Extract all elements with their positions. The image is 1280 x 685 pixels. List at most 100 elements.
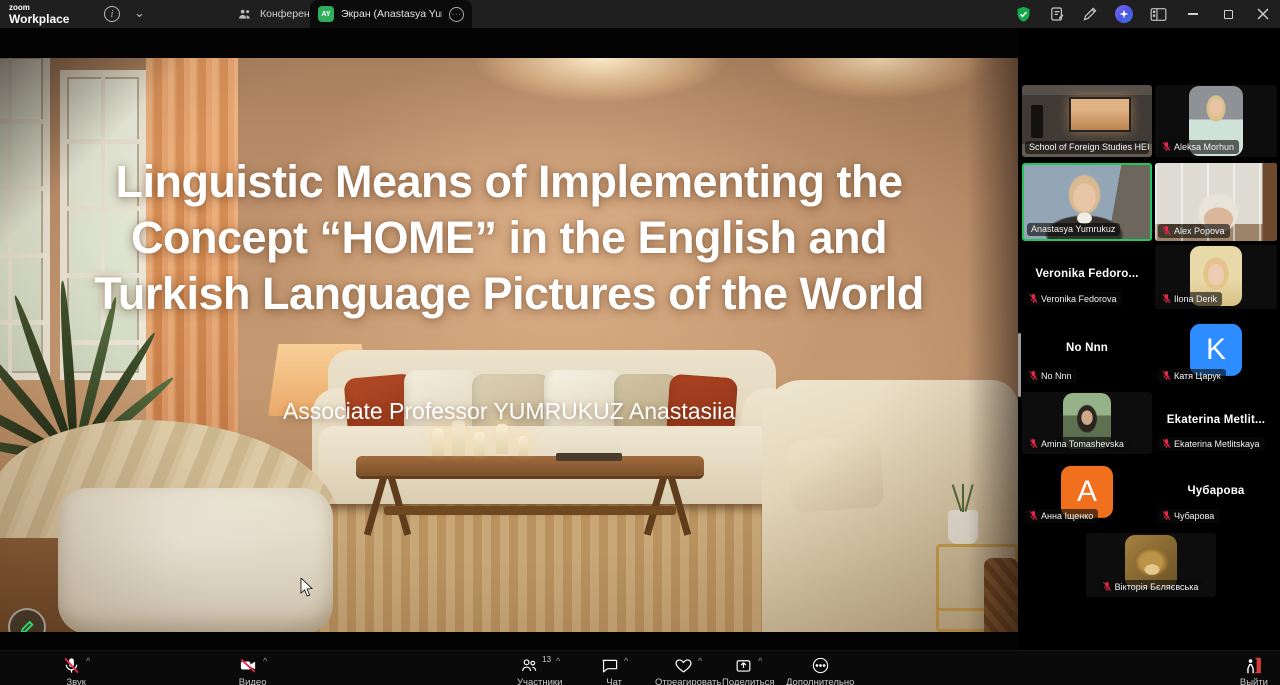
participant-tile-ekaterina[interactable]: Ekaterina Metlit... Ekaterina Metlitskay… — [1155, 392, 1277, 454]
muted-mic-icon — [1029, 370, 1038, 381]
muted-mic-icon — [1162, 225, 1171, 236]
participant-name: Alex Popova — [1174, 226, 1225, 236]
video-options-chevron[interactable]: ^ — [263, 657, 267, 666]
panel-scrollbar[interactable] — [1018, 333, 1021, 397]
participant-display-name: Ekaterina Metlit... — [1155, 414, 1277, 426]
video-button[interactable]: ^ Видео — [238, 656, 267, 685]
mouse-cursor — [300, 578, 314, 598]
participants-button[interactable]: 13 ^ Участники — [517, 656, 562, 685]
slide-floor-pillow — [58, 488, 333, 632]
info-icon[interactable]: i — [104, 6, 120, 22]
muted-mic-icon — [1103, 581, 1112, 592]
maximize-button[interactable] — [1219, 5, 1237, 23]
heart-react-icon — [674, 656, 693, 675]
chevron-down-icon[interactable]: ⌄ — [134, 5, 145, 21]
people-icon — [238, 8, 252, 21]
participant-name: Veronika Fedorova — [1041, 294, 1117, 304]
slide-title-line1: Linguistic Means of Implementing the — [0, 154, 1018, 210]
react-button[interactable]: ^ Отреагировать — [655, 656, 721, 685]
participant-name: Anastasya Yumrukuz — [1031, 224, 1115, 234]
audio-button[interactable]: ^ Звук — [62, 656, 90, 685]
participant-name: Amina Tomashevska — [1041, 439, 1124, 449]
tab-screen-share[interactable]: AY Экран (Anastasya Yumrukuz) ··· — [310, 0, 472, 28]
participant-tile-amina[interactable]: Amina Tomashevska — [1022, 392, 1152, 454]
share-options-chevron[interactable]: ^ — [758, 657, 762, 666]
titlebar-right-controls — [1015, 0, 1272, 28]
participant-name: No Nnn — [1041, 371, 1072, 381]
participant-name: School of Foreign Studies HEU — [1029, 142, 1149, 152]
slide-coffee-table — [356, 456, 704, 476]
muted-mic-icon — [1029, 438, 1038, 449]
muted-mic-icon — [1162, 141, 1171, 152]
participant-display-name: Чубарова — [1155, 485, 1277, 497]
layout-icon[interactable] — [1150, 7, 1167, 22]
participant-tile-school[interactable]: School of Foreign Studies HEU — [1022, 85, 1152, 157]
sparkle-icon — [1120, 10, 1129, 19]
participant-name: Анна Іщенко — [1041, 511, 1093, 521]
ai-companion-icon[interactable] — [1115, 5, 1133, 23]
participant-tile-anastasya-active-speaker[interactable]: Anastasya Yumrukuz — [1022, 163, 1152, 241]
notes-icon[interactable] — [1049, 6, 1065, 22]
participant-tile-aleksa[interactable]: Aleksa Morhun — [1155, 85, 1277, 157]
more-ellipsis-icon — [811, 656, 830, 675]
muted-mic-icon — [1162, 510, 1171, 521]
participant-name: Катя Царук — [1174, 371, 1221, 381]
slide-plant-pot — [948, 510, 978, 544]
tab-options-icon[interactable]: ··· — [449, 7, 464, 22]
share-screen-button[interactable]: ^ Поделиться — [722, 656, 774, 685]
participants-options-chevron[interactable]: ^ — [556, 657, 560, 666]
maximize-icon — [1224, 10, 1233, 19]
minimize-icon — [1188, 13, 1198, 15]
close-button[interactable] — [1254, 5, 1272, 23]
react-options-chevron[interactable]: ^ — [698, 657, 702, 666]
leave-meeting-button[interactable]: Выйти — [1240, 656, 1268, 685]
leave-door-icon — [1244, 656, 1264, 675]
meeting-toolbar: ^ Звук ^ Видео 13 ^ — [0, 650, 1280, 685]
whiteboard-pencil-icon[interactable] — [1082, 6, 1098, 22]
share-screen-icon — [734, 656, 753, 675]
participant-name: Вікторія Бєляєвська — [1115, 582, 1199, 592]
muted-mic-icon — [1162, 293, 1171, 304]
slide-basket — [984, 558, 1018, 632]
shield-encryption-icon[interactable] — [1015, 6, 1032, 23]
participants-count-badge: 13 — [542, 655, 551, 664]
participant-tile-no-nnn[interactable]: No Nnn No Nnn — [1022, 318, 1152, 386]
muted-mic-icon — [1029, 510, 1038, 521]
muted-mic-icon — [1162, 370, 1171, 381]
participants-icon — [519, 656, 539, 675]
screen-share-avatar: AY — [318, 6, 334, 22]
participant-name: Чубарова — [1174, 511, 1214, 521]
mic-muted-icon — [62, 656, 81, 675]
participant-name: Ekaterina Metlitskaya — [1174, 439, 1260, 449]
participant-tile-veronika[interactable]: Veronika Fedoro... Veronika Fedorova — [1022, 245, 1152, 309]
participant-tile-viktoriia[interactable]: Вікторія Бєляєвська — [1086, 533, 1216, 597]
annotate-pencil-icon — [18, 618, 36, 632]
minimize-button[interactable] — [1184, 5, 1202, 23]
participant-tile-ilona[interactable]: Ilona Derik — [1155, 245, 1277, 309]
participant-tile-chubarova[interactable]: Чубарова Чубарова — [1155, 462, 1277, 526]
tab-screen-label: Экран (Anastasya Yumrukuz) — [341, 8, 442, 20]
brand-workplace: Workplace — [9, 13, 69, 25]
muted-mic-icon — [1162, 438, 1171, 449]
slide-title: Linguistic Means of Implementing the Con… — [0, 154, 1018, 322]
participant-tile-popova[interactable]: Alex Popova — [1155, 163, 1277, 241]
participant-name: Aleksa Morhun — [1174, 142, 1234, 152]
brand-zoom: zoom — [9, 4, 69, 12]
participant-tile-katya[interactable]: K Катя Царук — [1155, 318, 1277, 386]
title-bar: zoom Workplace i ⌄ Конференция AY Экран … — [0, 0, 1280, 28]
audio-options-chevron[interactable]: ^ — [86, 657, 90, 666]
chat-button[interactable]: ^ Чат — [600, 656, 628, 685]
participant-name: Ilona Derik — [1174, 294, 1217, 304]
participant-display-name: No Nnn — [1022, 342, 1152, 354]
more-button[interactable]: Дополнительно — [786, 656, 854, 685]
slide-subtitle: Associate Professor YUMRUKUZ Anastasiia — [0, 398, 1018, 425]
participants-panel: School of Foreign Studies HEU Aleksa Mor… — [1018, 28, 1280, 650]
participant-tile-anna[interactable]: A Анна Іщенко — [1022, 462, 1152, 526]
chat-options-chevron[interactable]: ^ — [624, 657, 628, 666]
zoom-workplace-logo: zoom Workplace — [9, 4, 69, 25]
participant-display-name: Veronika Fedoro... — [1022, 268, 1152, 280]
zoom-meeting-window: zoom Workplace i ⌄ Конференция AY Экран … — [0, 0, 1280, 685]
shared-screen-view: Linguistic Means of Implementing the Con… — [0, 58, 1018, 632]
slide-title-line3: Turkish Language Pictures of the World — [0, 266, 1018, 322]
meeting-content: Linguistic Means of Implementing the Con… — [0, 28, 1280, 650]
